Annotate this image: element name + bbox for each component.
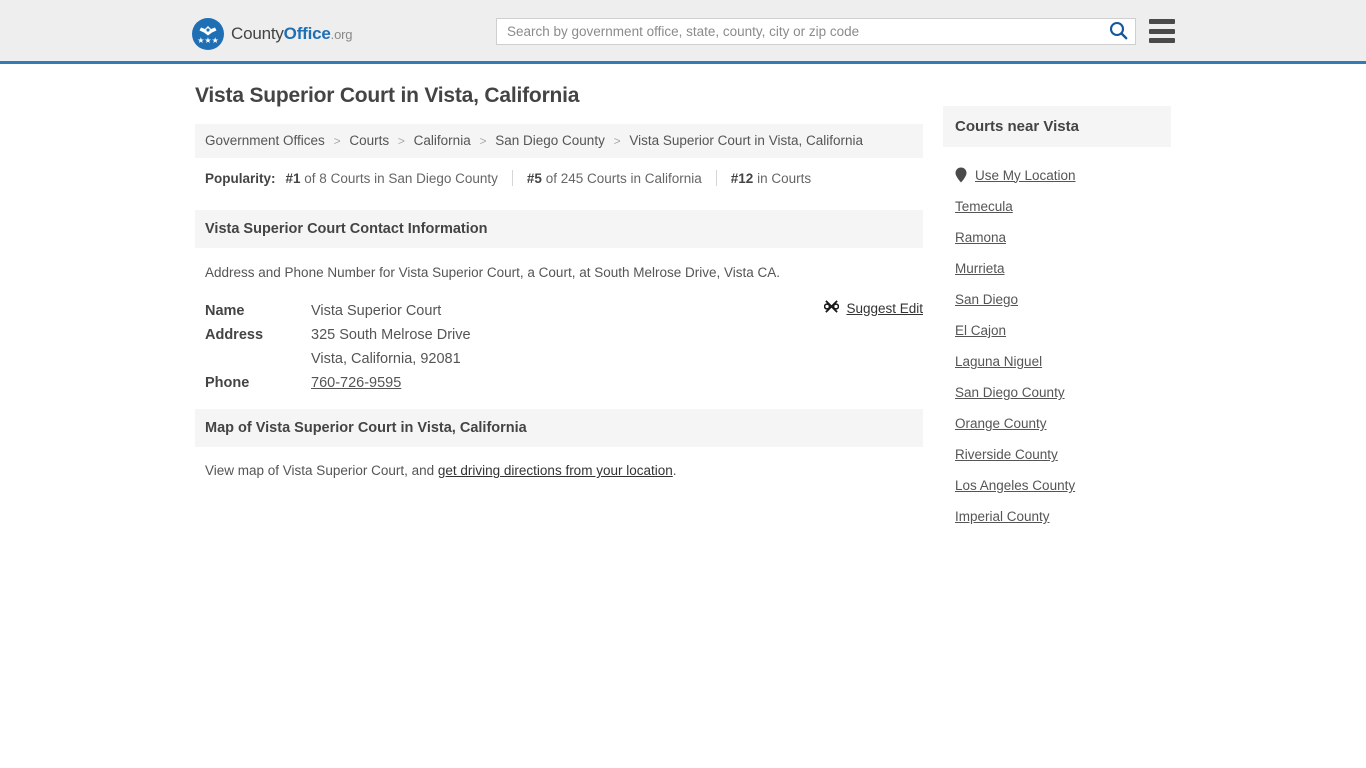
edit-suggest-icon — [824, 299, 840, 317]
contact-info-table: Suggest Edit Name Vista Superior Court A… — [195, 293, 923, 395]
sidebar-link-san-diego[interactable]: San Diego — [955, 292, 1018, 307]
sidebar-item-los-angeles-county[interactable]: Los Angeles County — [943, 470, 1171, 501]
page-body: Vista Superior Court in Vista, Californi… — [0, 64, 1366, 524]
contact-section-heading: Vista Superior Court Contact Information — [195, 210, 923, 249]
sidebar-list: Use My Location Temecula Ramona Murrieta… — [943, 147, 1171, 532]
logo-stars: ★★★ — [197, 36, 219, 45]
popularity-rank-state: #5 — [526, 170, 542, 186]
map-section-heading: Map of Vista Superior Court in Vista, Ca… — [195, 409, 923, 448]
popularity-rank-national: #12 — [730, 170, 754, 186]
popularity-item-state: #5 of 245 Courts in California — [527, 171, 716, 186]
breadcrumb-item-california[interactable]: California — [414, 133, 471, 148]
sidebar-link-orange-county[interactable]: Orange County — [955, 416, 1047, 431]
breadcrumb-separator: > — [613, 134, 621, 148]
sidebar-link-temecula[interactable]: Temecula — [955, 199, 1013, 214]
driving-directions-link[interactable]: get driving directions from your locatio… — [438, 463, 673, 478]
popularity-text-county: of 8 Courts in San Diego County — [300, 170, 498, 186]
menu-bar-2 — [1149, 28, 1175, 34]
popularity-item-national: #12 in Courts — [731, 171, 825, 186]
suggest-edit-label: Suggest Edit — [846, 300, 923, 316]
sidebar: Courts near Vista Use My Location Temecu… — [943, 106, 1171, 532]
logo-text-county: County — [231, 24, 284, 43]
info-label-name: Name — [205, 303, 245, 320]
popularity-label: Popularity: — [205, 170, 276, 186]
logo-text-office: Office — [283, 24, 331, 43]
sidebar-item-el-cajon[interactable]: El Cajon — [943, 315, 1171, 346]
sidebar-link-laguna-niguel[interactable]: Laguna Niguel — [955, 354, 1042, 369]
map-desc-text-before: View map of Vista Superior Court, and — [205, 463, 438, 479]
popularity-text-state: of 245 Courts in California — [541, 170, 702, 186]
breadcrumb-separator: > — [397, 134, 405, 148]
main-content: Vista Superior Court in Vista, Californi… — [195, 84, 923, 488]
contact-section-description: Address and Phone Number for Vista Super… — [205, 265, 781, 281]
popularity-text-national: in Courts — [753, 170, 812, 186]
info-value-name: Vista Superior Court — [311, 303, 442, 320]
info-label-address: Address — [205, 327, 264, 344]
sidebar-item-ramona[interactable]: Ramona — [943, 222, 1171, 253]
sidebar-link-imperial-county[interactable]: Imperial County — [955, 509, 1050, 524]
use-my-location-link[interactable]: Use My Location — [975, 168, 1076, 183]
breadcrumb-separator: > — [333, 134, 341, 148]
info-row-name: Name Vista Superior Court — [205, 299, 913, 323]
info-value-address-street: 325 South Melrose Drive — [311, 327, 471, 344]
menu-bar-3 — [1149, 38, 1175, 43]
sidebar-heading: Courts near Vista — [943, 106, 1171, 147]
sidebar-link-el-cajon[interactable]: El Cajon — [955, 323, 1006, 338]
sidebar-item-riverside-county[interactable]: Riverside County — [943, 439, 1171, 470]
sidebar-item-temecula[interactable]: Temecula — [943, 191, 1171, 222]
popularity-divider — [715, 170, 717, 187]
page-title: Vista Superior Court in Vista, Californi… — [195, 84, 580, 107]
popularity-rank-county: #1 — [285, 170, 301, 186]
suggest-edit-button[interactable]: Suggest Edit — [824, 299, 923, 317]
search-icon — [1109, 21, 1128, 43]
sidebar-link-murrieta[interactable]: Murrieta — [955, 261, 1005, 276]
info-value-address-city: Vista, California, 92081 — [311, 351, 461, 368]
info-value-phone: 760-726-9595 — [311, 375, 401, 391]
sidebar-item-orange-county[interactable]: Orange County — [943, 408, 1171, 439]
breadcrumb: Government Offices > Courts > California… — [195, 124, 923, 159]
sidebar-link-riverside-county[interactable]: Riverside County — [955, 447, 1058, 462]
popularity-item-county: #1 of 8 Courts in San Diego County — [286, 171, 512, 186]
info-row-address-city: Vista, California, 92081 — [205, 347, 913, 371]
menu-bar-1 — [1149, 19, 1175, 24]
popularity-row: Popularity: #1 of 8 Courts in San Diego … — [195, 158, 923, 196]
popularity-divider — [511, 170, 513, 187]
map-desc-text-after: . — [672, 463, 677, 479]
search-input[interactable] — [497, 19, 1101, 44]
sidebar-link-los-angeles-county[interactable]: Los Angeles County — [955, 478, 1075, 493]
map-pin-icon — [955, 167, 967, 183]
breadcrumb-item-current: Vista Superior Court in Vista, Californi… — [629, 133, 863, 148]
logo-text-org: .org — [330, 27, 353, 42]
hamburger-menu-icon[interactable] — [1149, 19, 1175, 43]
sidebar-link-ramona[interactable]: Ramona — [955, 230, 1006, 245]
sidebar-item-use-my-location[interactable]: Use My Location — [943, 159, 1171, 191]
site-header: ★★★ CountyOffice.org — [0, 0, 1366, 64]
map-section-description: View map of Vista Superior Court, and ge… — [195, 447, 923, 488]
phone-link[interactable]: 760-726-9595 — [311, 375, 401, 391]
sidebar-link-san-diego-county[interactable]: San Diego County — [955, 385, 1065, 400]
sidebar-item-laguna-niguel[interactable]: Laguna Niguel — [943, 346, 1171, 377]
sidebar-item-murrieta[interactable]: Murrieta — [943, 253, 1171, 284]
search-bar[interactable] — [496, 18, 1136, 45]
info-label-phone: Phone — [205, 375, 250, 392]
info-row-address: Address 325 South Melrose Drive — [205, 323, 913, 347]
breadcrumb-separator: > — [479, 134, 487, 148]
site-logo[interactable]: ★★★ CountyOffice.org — [192, 18, 352, 50]
breadcrumb-item-courts[interactable]: Courts — [349, 133, 389, 148]
eagle-seal-icon: ★★★ — [192, 18, 224, 50]
sidebar-item-imperial-county[interactable]: Imperial County — [943, 501, 1171, 532]
search-button[interactable] — [1101, 19, 1135, 44]
breadcrumb-item-san-diego-county[interactable]: San Diego County — [495, 133, 605, 148]
breadcrumb-item-government-offices[interactable]: Government Offices — [205, 133, 325, 148]
info-row-phone: Phone 760-726-9595 — [205, 371, 913, 395]
sidebar-item-san-diego[interactable]: San Diego — [943, 284, 1171, 315]
sidebar-item-san-diego-county[interactable]: San Diego County — [943, 377, 1171, 408]
